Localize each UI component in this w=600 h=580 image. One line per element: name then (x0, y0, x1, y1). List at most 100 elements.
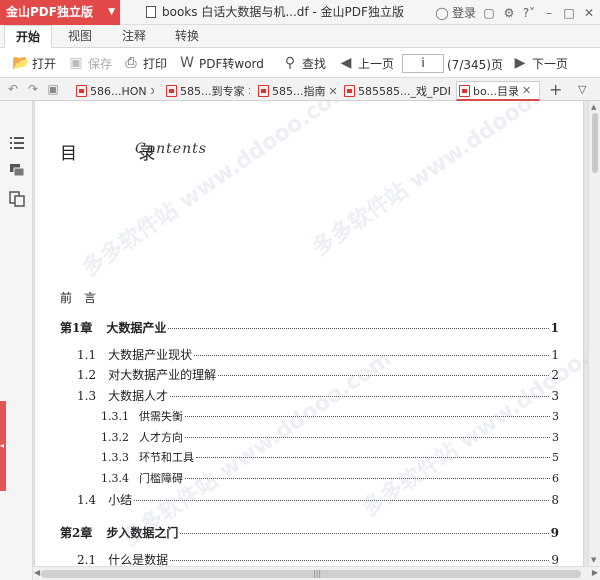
doc-tab-active[interactable]: bo...目录 ✕ (456, 81, 540, 101)
page-total: (7/345)页 (447, 58, 503, 72)
toc-entry[interactable]: 2.1 什么是数据 9 (77, 551, 559, 566)
toc-entry[interactable]: 1.4 小结 8 (77, 491, 559, 508)
toc-entry[interactable]: 1.3.4 门槛障碍 6 (101, 470, 559, 486)
close-tab-icon[interactable]: ✕ (150, 85, 154, 98)
pdf-file-icon (344, 85, 355, 97)
toc-leader (134, 500, 550, 501)
toc-number: 1.2 (77, 368, 97, 382)
toc-title: 步入数据之门 (106, 526, 179, 540)
close-tab-icon[interactable]: ✕ (522, 84, 531, 97)
doc-tab[interactable]: 586...HON✕ (74, 81, 154, 101)
title-bar-controls: ◯ 登录 ▢ ⚙ ?˅ – □ ✕ (435, 0, 596, 25)
toc-page: 3 (552, 431, 559, 444)
doc-tab-label: 586...HON (90, 84, 147, 98)
close-icon[interactable]: ✕ (582, 6, 596, 20)
toc-leader (194, 355, 550, 356)
find-label: 查找 (302, 56, 327, 71)
pdf-to-word-button[interactable]: W PDF转word (179, 54, 264, 72)
toc-leader (218, 375, 550, 376)
undo-icon[interactable]: ↶ (6, 78, 20, 101)
toc-number: 1.3 (77, 389, 97, 403)
toc-entry[interactable]: 1.3.1 供需失衡 3 (101, 408, 559, 424)
new-tab-icon[interactable]: + (549, 78, 562, 101)
toc-title: 对大数据产业的理解 (108, 368, 217, 382)
find-button[interactable]: ⚲ 查找 (282, 54, 326, 72)
save-label: 保存 (88, 56, 113, 71)
toc-page: 1 (551, 348, 559, 362)
save-button[interactable]: ▣ 保存 (68, 54, 112, 72)
skin-icon[interactable]: ▢ (482, 6, 496, 20)
doc-tab-label: bo...目录 (473, 84, 520, 98)
toolbar: 📂 打开 ▣ 保存 ⎙ 打印 W PDF转word ⚲ 查找 ◀ 上一页 ▶ 下一页 (0, 48, 600, 78)
pdf-file-icon (258, 85, 269, 97)
prev-page-label: 上一页 (358, 56, 395, 71)
toc-entry[interactable]: 1.2 对大数据产业的理解 2 (77, 366, 559, 383)
scroll-up-icon[interactable]: ▲ (591, 103, 596, 111)
app-brand-menu[interactable]: 金山PDF独立版 ▼ (0, 0, 120, 25)
toc-leader (185, 437, 550, 438)
redo-icon[interactable]: ↷ (26, 78, 40, 101)
thumbnails-icon[interactable] (9, 191, 25, 207)
doc-tab[interactable]: 585...到专家✕ (164, 81, 250, 101)
doc-tab[interactable]: 585585..._戏_PDF✕ (342, 81, 450, 101)
toc-title: 大数据人才 (108, 389, 169, 403)
toc-entry[interactable]: 1.3 大数据人才 3 (77, 387, 559, 404)
outline-icon[interactable] (9, 135, 25, 151)
hscroll-thumb[interactable] (41, 570, 581, 578)
arrow-left-icon: ◀ (340, 55, 352, 71)
sidebar-collapse-handle[interactable]: ◂ (0, 401, 6, 491)
toc-entry[interactable]: 第1章 大数据产业 1 (60, 319, 559, 336)
tab-view[interactable]: 视图 (58, 25, 102, 48)
toc-entry[interactable]: 1.3.2 人才方向 3 (101, 429, 559, 445)
toc-title: 大数据产业现状 (108, 348, 193, 362)
doc-tab[interactable]: 585...指南 ✕ (256, 81, 336, 101)
horizontal-scrollbar[interactable]: ◀ ||| ▶ (33, 566, 600, 580)
toc-entry[interactable]: 1.1 大数据产业现状 1 (77, 346, 559, 363)
toc-entry[interactable]: 第2章 步入数据之门 9 (60, 524, 559, 541)
scroll-thumb[interactable] (592, 113, 598, 173)
next-page-button[interactable]: ▶ 下一页 (512, 54, 568, 72)
vertical-scrollbar[interactable]: ▲ ▼ (588, 101, 600, 566)
save-small-icon[interactable]: ▣ (46, 78, 60, 101)
toc-leader (185, 478, 550, 479)
toc-page: 9 (550, 526, 559, 540)
login-button[interactable]: ◯ 登录 (435, 4, 476, 21)
open-button[interactable]: 📂 打开 (12, 54, 56, 72)
prev-page-button[interactable]: ◀ 上一页 (338, 54, 394, 72)
minimize-icon[interactable]: – (542, 6, 556, 20)
maximize-icon[interactable]: □ (562, 6, 576, 20)
window-title: books 白话大数据与机...df - 金山PDF独立版 (146, 0, 404, 25)
toc-leader (180, 533, 549, 534)
app-brand-label: 金山PDF独立版 (6, 5, 93, 19)
comments-icon[interactable] (9, 163, 25, 179)
document-tabs: ↶ ↷ ▣ 586...HON✕ 585...到专家✕ 585...指南✕ 58… (0, 78, 600, 101)
toc-heading-script: Contents (135, 141, 207, 157)
toc-number: 第2章 (60, 526, 93, 540)
close-tab-icon[interactable]: ✕ (248, 85, 251, 98)
print-button[interactable]: ⎙ 打印 (123, 54, 167, 72)
document-viewport[interactable]: 目 录 Contents 前 言第1章 大数据产业 1 1.1 大数据产业现状 1 1.2 对… (33, 101, 600, 566)
page-number-input[interactable]: i (402, 54, 444, 73)
toc-entry[interactable]: 1.3.3 环节和工具 5 (101, 449, 559, 465)
scroll-down-icon[interactable]: ▼ (591, 556, 596, 564)
grip-icon: ||| (313, 569, 322, 578)
gear-icon[interactable]: ⚙ (502, 6, 516, 20)
tab-annotate[interactable]: 注释 (112, 25, 156, 48)
scroll-left-icon[interactable]: ◀ (34, 568, 40, 577)
toc-title: 供需失衡 (139, 410, 183, 423)
toc-entry[interactable]: 前 言 (60, 289, 110, 306)
help-icon[interactable]: ?˅ (522, 6, 536, 20)
pdf-file-icon (459, 84, 470, 97)
title-bar: 金山PDF独立版 ▼ books 白话大数据与机...df - 金山PDF独立版… (0, 0, 600, 25)
tab-start[interactable]: 开始 (4, 25, 52, 48)
document-icon (146, 6, 156, 18)
tab-convert[interactable]: 转换 (165, 25, 209, 48)
scroll-right-icon[interactable]: ▶ (592, 568, 598, 577)
word-convert-icon: W (180, 55, 194, 71)
pdf-to-word-label: PDF转word (199, 56, 264, 71)
tab-list-icon[interactable]: ▽ (578, 78, 586, 101)
toc-page: 8 (551, 493, 559, 507)
toc-page: 6 (552, 472, 559, 485)
toc-number: 1.3.1 (101, 410, 129, 423)
close-tab-icon[interactable]: ✕ (329, 85, 337, 98)
